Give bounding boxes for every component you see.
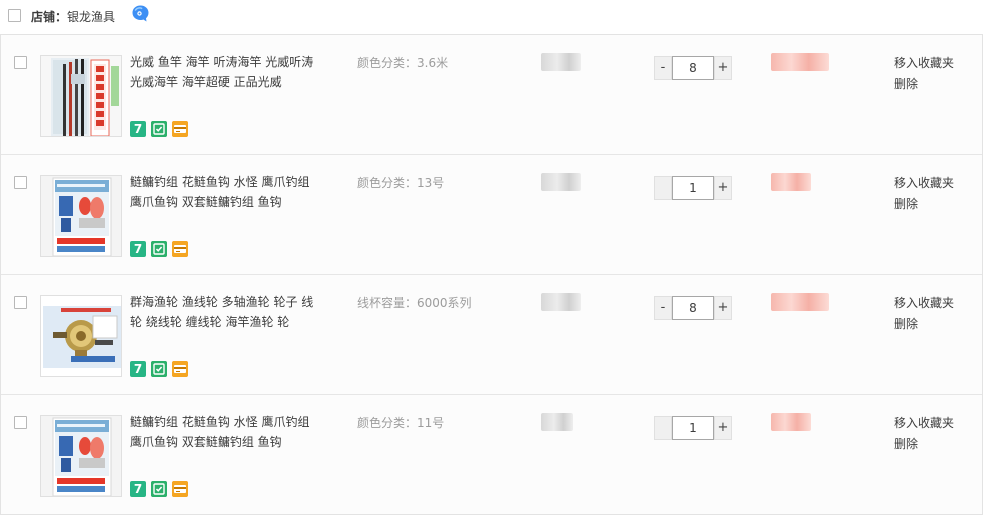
credit-card-icon[interactable] [172,241,188,257]
quantity-input[interactable]: 8 [672,56,714,80]
quantity-stepper[interactable]: - 8 + [654,56,732,80]
delete-link[interactable]: 删除 [894,434,954,455]
quantity-input[interactable]: 1 [672,176,714,200]
seven-day-return-icon[interactable]: 7 [130,481,146,497]
move-to-favorites-link[interactable]: 移入收藏夹 [894,173,954,194]
cart-item: 光威 鱼竿 海竿 听涛海竿 光威听涛光威海竿 海竿超硬 正品光威 7 颜色分类：… [1,35,982,155]
unit-price-blurred [541,173,581,191]
quantity-stepper[interactable]: - 8 + [654,296,732,320]
product-title-link[interactable]: 鲢鳙钓组 花鲢鱼钩 水怪 鹰爪钓组 鹰爪鱼钩 双套鲢鳙钓组 鱼钩 [130,412,322,452]
unit-price-blurred [541,293,581,311]
fishing-rod-image [41,56,121,136]
quantity-input[interactable]: 1 [672,416,714,440]
item-operations: 移入收藏夹 删除 [894,413,954,455]
unit-price-blurred [541,413,573,431]
move-to-favorites-link[interactable]: 移入收藏夹 [894,413,954,434]
sku-info: 颜色分类：13号 [357,176,445,190]
item-select-checkbox[interactable] [14,56,27,69]
decrease-quantity-button[interactable]: - [654,296,672,320]
item-select-checkbox[interactable] [14,296,27,309]
fishing-reel-image [41,296,121,376]
subtotal-blurred [771,173,811,191]
subtotal-blurred [771,293,829,311]
shop-select-checkbox[interactable] [8,9,21,22]
subtotal-blurred [771,53,829,71]
credit-card-icon[interactable] [172,361,188,377]
product-title-link[interactable]: 群海渔轮 渔线轮 多轴渔轮 轮子 线轮 绕线轮 缠线轮 海竿渔轮 轮 [130,292,322,332]
product-title-link[interactable]: 光威 鱼竿 海竿 听涛海竿 光威听涛光威海竿 海竿超硬 正品光威 [130,52,322,92]
decrease-quantity-button[interactable]: - [654,416,672,440]
wangwang-chat-icon[interactable] [131,4,150,23]
unit-price-blurred [541,53,581,71]
sku-info: 颜色分类：3.6米 [357,56,449,70]
guarantee-icon[interactable] [151,481,167,497]
item-select-checkbox[interactable] [14,416,27,429]
item-operations: 移入收藏夹 删除 [894,173,954,215]
shop-header: 店铺： 银龙渔具 [0,0,985,34]
quantity-stepper[interactable]: - 1 + [654,416,732,440]
delete-link[interactable]: 删除 [894,194,954,215]
increase-quantity-button[interactable]: + [714,296,732,320]
cart-item: 鲢鳙钓组 花鲢鱼钩 水怪 鹰爪钓组 鹰爪鱼钩 双套鲢鳙钓组 鱼钩 7 颜色分类：… [1,395,982,515]
increase-quantity-button[interactable]: + [714,176,732,200]
increase-quantity-button[interactable]: + [714,416,732,440]
sku-info: 线杯容量：6000系列 [357,296,472,310]
shop-label: 店铺： [31,10,68,24]
quantity-stepper[interactable]: - 1 + [654,176,732,200]
seven-day-return-icon[interactable]: 7 [130,361,146,377]
credit-card-icon[interactable] [172,481,188,497]
move-to-favorites-link[interactable]: 移入收藏夹 [894,53,954,74]
decrease-quantity-button[interactable]: - [654,176,672,200]
seven-day-return-icon[interactable]: 7 [130,241,146,257]
subtotal-blurred [771,413,811,431]
delete-link[interactable]: 删除 [894,74,954,95]
sku-info: 颜色分类：11号 [357,416,445,430]
guarantee-icon[interactable] [151,361,167,377]
delete-link[interactable]: 删除 [894,314,954,335]
product-thumbnail[interactable] [40,55,122,137]
product-title-link[interactable]: 鲢鳙钓组 花鲢鱼钩 水怪 鹰爪钓组 鹰爪鱼钩 双套鲢鳙钓组 鱼钩 [130,172,322,212]
increase-quantity-button[interactable]: + [714,56,732,80]
item-select-checkbox[interactable] [14,176,27,189]
cart-item: 群海渔轮 渔线轮 多轴渔轮 轮子 线轮 绕线轮 缠线轮 海竿渔轮 轮 7 线杯容… [1,275,982,395]
item-operations: 移入收藏夹 删除 [894,293,954,335]
product-thumbnail[interactable] [40,295,122,377]
product-thumbnail[interactable] [40,175,122,257]
credit-card-icon[interactable] [172,121,188,137]
cart-item-list: 光威 鱼竿 海竿 听涛海竿 光威听涛光威海竿 海竿超硬 正品光威 7 颜色分类：… [0,34,983,515]
move-to-favorites-link[interactable]: 移入收藏夹 [894,293,954,314]
shop-name-link[interactable]: 银龙渔具 [67,8,115,25]
seven-day-return-icon[interactable]: 7 [130,121,146,137]
item-operations: 移入收藏夹 删除 [894,53,954,95]
fishing-hook-set-image [41,176,121,256]
product-thumbnail[interactable] [40,415,122,497]
decrease-quantity-button[interactable]: - [654,56,672,80]
guarantee-icon[interactable] [151,241,167,257]
guarantee-icon[interactable] [151,121,167,137]
fishing-hook-set-image [41,416,121,496]
cart-item: 鲢鳙钓组 花鲢鱼钩 水怪 鹰爪钓组 鹰爪鱼钩 双套鲢鳙钓组 鱼钩 7 颜色分类：… [1,155,982,275]
quantity-input[interactable]: 8 [672,296,714,320]
